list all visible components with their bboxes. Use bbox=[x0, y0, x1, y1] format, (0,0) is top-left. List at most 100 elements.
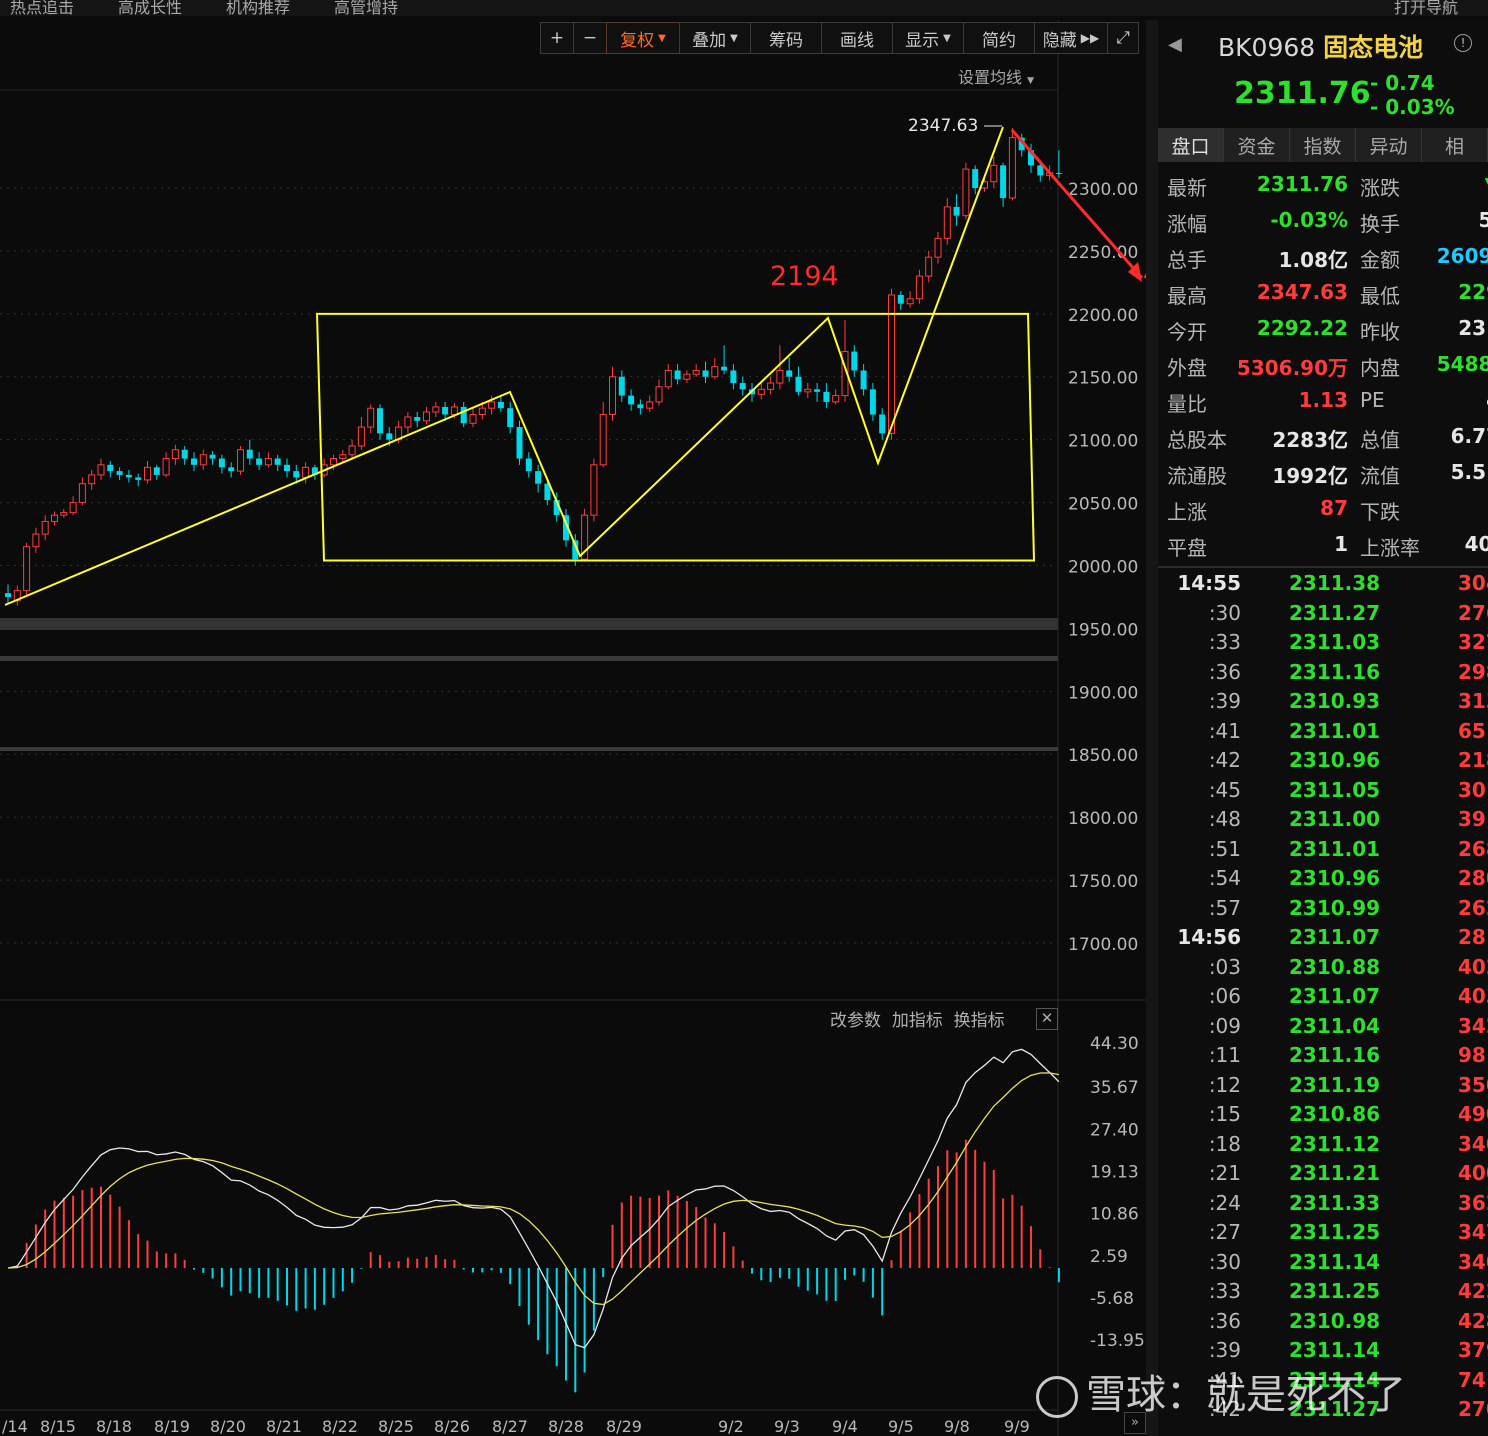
tick-row: :18 2311.12 340 bbox=[1158, 1132, 1488, 1162]
consolidation-box bbox=[315, 312, 1036, 562]
quote-value: 2311.76 bbox=[1256, 172, 1348, 196]
zoom-out-button[interactable]: − bbox=[573, 22, 607, 54]
tick-row: :41 2311.01 65 bbox=[1158, 719, 1488, 749]
tick-row: :30 2311.14 340 bbox=[1158, 1250, 1488, 1280]
display-button[interactable]: 显示 ▼ bbox=[892, 22, 964, 54]
tick-volume: 280 bbox=[1458, 866, 1488, 890]
fuquan-button[interactable]: 复权 ▼ bbox=[606, 22, 680, 54]
panel-splitter[interactable] bbox=[1146, 20, 1158, 1436]
tick-time: :48 bbox=[1208, 807, 1241, 831]
date-tick-label: 8/21 bbox=[266, 1417, 302, 1436]
tick-time: :06 bbox=[1208, 984, 1241, 1008]
tick-price: 2311.16 bbox=[1289, 1043, 1381, 1067]
price-tick-label: 2300.00 bbox=[1068, 180, 1138, 200]
candle-body bbox=[516, 427, 523, 459]
tick-row: :33 2311.25 422 bbox=[1158, 1279, 1488, 1309]
quote-label-2: 上涨率 bbox=[1360, 536, 1420, 560]
tick-volume: 74 bbox=[1458, 1367, 1486, 1392]
macd-tick-label: 35.67 bbox=[1090, 1078, 1139, 1098]
candle-body bbox=[107, 464, 114, 472]
divider bbox=[1158, 566, 1488, 568]
tick-volume: 350 bbox=[1458, 1072, 1488, 1097]
candle-body bbox=[330, 458, 337, 466]
tick-volume: 340 bbox=[1458, 1249, 1488, 1274]
tick-price: 2311.05 bbox=[1289, 777, 1381, 802]
candle-body bbox=[78, 483, 86, 504]
quote-row: 量比 1.13 PE 4 bbox=[1158, 388, 1488, 424]
candle-body bbox=[535, 471, 542, 484]
tick-time: :54 bbox=[1208, 866, 1241, 890]
candle-body bbox=[162, 458, 170, 476]
date-tick-label: 8/29 bbox=[606, 1417, 642, 1436]
candle-body bbox=[191, 458, 197, 465]
panel-tab[interactable]: 异动 bbox=[1356, 128, 1422, 162]
candle-body bbox=[990, 164, 998, 183]
macd-tick-label: 27.40 bbox=[1090, 1120, 1139, 1140]
tick-time: :41 bbox=[1208, 718, 1241, 743]
overlay-button[interactable]: 叠加 ▼ bbox=[679, 22, 751, 54]
tick-price: 2311.07 bbox=[1289, 925, 1381, 949]
hide-button[interactable]: 隐藏 ▶▶ bbox=[1034, 22, 1108, 54]
quote-value-2: 231 bbox=[1458, 316, 1488, 340]
quote-row: 今开 2292.22 昨收 231 bbox=[1158, 316, 1488, 352]
close-icon[interactable]: ✕ bbox=[1036, 1008, 1058, 1030]
zoom-in-button[interactable]: + bbox=[540, 22, 574, 54]
panel-tab[interactable]: 相 bbox=[1422, 128, 1488, 162]
candle-body bbox=[423, 411, 430, 422]
quote-row: 平盘 1 上涨率 40. bbox=[1158, 532, 1488, 568]
candle-body bbox=[721, 366, 728, 371]
candle-body bbox=[116, 471, 123, 475]
candle-body bbox=[414, 417, 421, 421]
candle-body bbox=[972, 169, 979, 188]
tick-price: 2311.25 bbox=[1289, 1279, 1381, 1303]
simple-button[interactable]: 简约 bbox=[963, 22, 1035, 54]
panel-tab[interactable]: 盘口 bbox=[1158, 128, 1224, 162]
set-ma-button[interactable]: 设置均线 ▼ bbox=[958, 64, 1034, 88]
watermark-text: 雪球：就是死不了 bbox=[1086, 1372, 1406, 1418]
candle-body bbox=[814, 389, 821, 392]
panel-tab[interactable]: 资金 bbox=[1224, 128, 1290, 162]
quote-value-2: 2609. bbox=[1436, 244, 1488, 268]
separator-band bbox=[0, 747, 1058, 751]
tick-price: 2311.38 bbox=[1289, 571, 1381, 595]
panel-tab[interactable]: 指数 bbox=[1290, 128, 1356, 162]
quote-value-2: 4 bbox=[1420, 388, 1488, 412]
quote-value-2: 5488. bbox=[1436, 352, 1488, 376]
date-tick-label: 8/20 bbox=[210, 1417, 246, 1436]
candle-body bbox=[962, 168, 970, 217]
tick-price: 2311.16 bbox=[1289, 659, 1381, 684]
tick-volume: 276 bbox=[1458, 600, 1488, 625]
date-tick-label: 8/27 bbox=[492, 1417, 528, 1436]
quote-value-2: ▼ bbox=[1420, 172, 1488, 196]
candle-body bbox=[432, 406, 440, 413]
edit-params-button[interactable]: 改参数 bbox=[830, 1011, 881, 1031]
quote-value: -0.03% bbox=[1270, 208, 1348, 232]
chips-button[interactable]: 筹码 bbox=[750, 22, 822, 54]
tick-price: 2310.96 bbox=[1289, 866, 1381, 890]
quote-row: 总股本 2283亿总值 6.77 bbox=[1158, 424, 1488, 460]
switch-indicator-button[interactable]: 换指标 bbox=[954, 1011, 1005, 1031]
macd-tick-label: -13.95 bbox=[1090, 1331, 1145, 1351]
draw-line-button[interactable]: 画线 bbox=[821, 22, 893, 54]
tick-row: :45 2311.05 301 bbox=[1158, 778, 1488, 808]
tick-volume: 304 bbox=[1458, 571, 1488, 595]
price-tick-label: 2050.00 bbox=[1068, 495, 1138, 515]
quote-label: 最高 bbox=[1167, 284, 1207, 308]
candle-body bbox=[209, 454, 216, 459]
tick-row: :36 2310.98 428 bbox=[1158, 1309, 1488, 1339]
tick-price: 2311.04 bbox=[1289, 1013, 1381, 1038]
info-icon[interactable]: ! bbox=[1454, 34, 1472, 52]
candle-body bbox=[450, 406, 458, 415]
candle-body bbox=[153, 467, 160, 475]
quote-value-2: 5. bbox=[1478, 208, 1488, 232]
add-indicator-button[interactable]: 加指标 bbox=[892, 1011, 943, 1031]
tick-row: :39 2310.93 313 bbox=[1158, 689, 1488, 719]
tick-price: 2310.99 bbox=[1289, 895, 1381, 920]
back-arrow-icon[interactable]: ◀ bbox=[1168, 34, 1182, 55]
candle-body bbox=[730, 370, 737, 384]
tick-volume: 313 bbox=[1458, 689, 1488, 713]
chevron-down-icon: ▼ bbox=[943, 32, 951, 44]
quote-panel: ◀ BK0968 固态电池 ! 2311.76 - 0.74- 0.03% 盘口资… bbox=[1158, 20, 1488, 1436]
fullscreen-icon[interactable]: ⤢ bbox=[1107, 22, 1139, 54]
candle-body bbox=[934, 237, 942, 258]
